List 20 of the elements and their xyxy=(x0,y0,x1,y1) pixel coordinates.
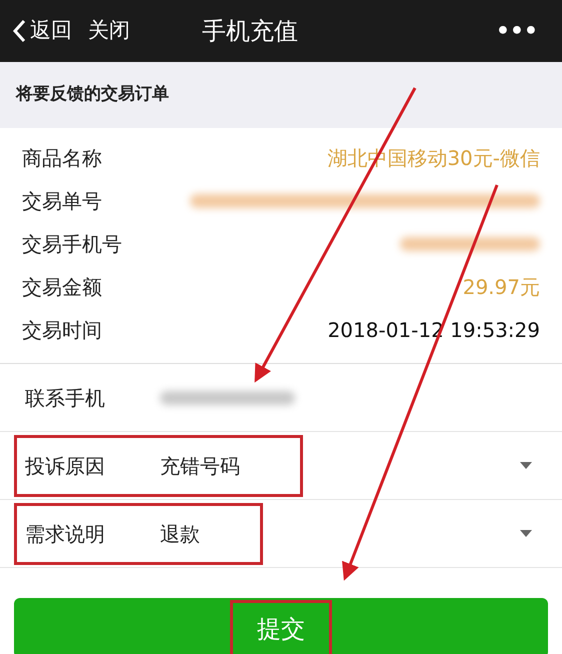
close-button[interactable]: 关闭 xyxy=(88,15,130,47)
field-label: 投诉原因 xyxy=(25,452,106,480)
highlight-frame: 提交 xyxy=(230,600,332,654)
field-label: 交易时间 xyxy=(22,316,102,344)
more-button[interactable]: ••• xyxy=(496,14,538,48)
back-chevron-icon xyxy=(12,19,26,43)
section-title: 将要反馈的交易订单 xyxy=(16,83,169,106)
field-value: 充错号码 xyxy=(160,452,240,480)
back-button[interactable]: 返回 xyxy=(12,15,72,47)
dropdown-icon[interactable] xyxy=(520,462,532,469)
field-label: 交易金额 xyxy=(22,274,102,300)
field-label: 需求说明 xyxy=(25,520,106,548)
field-label: 商品名称 xyxy=(22,144,102,172)
field-label: 联系手机 xyxy=(25,384,106,412)
dropdown-icon[interactable] xyxy=(520,530,532,537)
field-label: 交易单号 xyxy=(22,188,102,214)
field-value: 退款 xyxy=(160,520,200,548)
page-title: 手机充值 xyxy=(202,16,298,47)
field-value: 29.97元 xyxy=(462,274,540,300)
field-label: 交易手机号 xyxy=(22,230,122,258)
